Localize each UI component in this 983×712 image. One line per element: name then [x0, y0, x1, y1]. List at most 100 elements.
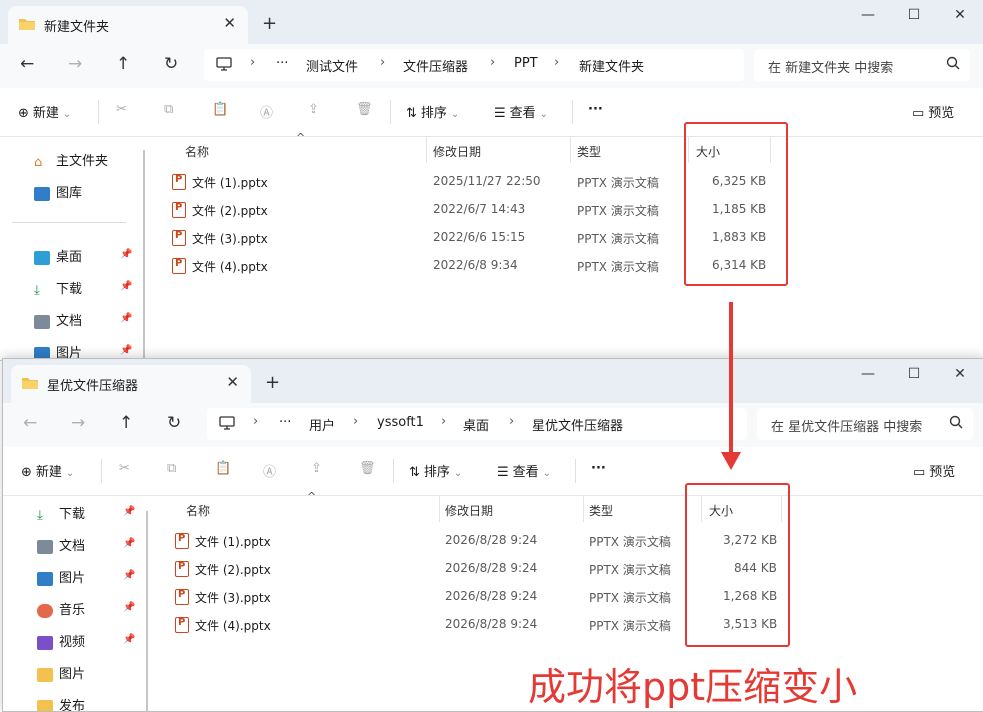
rename-icon[interactable]: Ⓐ: [260, 102, 273, 121]
refresh-icon[interactable]: ↻: [164, 54, 178, 74]
minimize-button[interactable]: —: [845, 0, 891, 32]
forward-arrow-icon[interactable]: →: [71, 413, 85, 433]
column-divider[interactable]: [570, 137, 571, 163]
sidebar-item-gallery[interactable]: 图库: [34, 182, 82, 201]
breadcrumb-item[interactable]: 测试文件: [306, 56, 358, 75]
view-button[interactable]: ☰查看⌄: [497, 461, 551, 480]
search-input[interactable]: 在 星优文件压缩器 中搜索: [757, 408, 973, 440]
tab-current-folder[interactable]: 星优文件压缩器 ✕: [11, 365, 251, 403]
sidebar-scrollbar[interactable]: [146, 511, 148, 711]
sidebar-scrollbar[interactable]: [143, 150, 145, 360]
view-button[interactable]: ☰查看⌄: [494, 102, 548, 121]
breadcrumb-item[interactable]: 文件压缩器: [403, 56, 468, 75]
sidebar-item-folder[interactable]: 发布: [37, 695, 85, 712]
column-header-name[interactable]: 名称: [185, 143, 209, 160]
more-options-button[interactable]: ···: [588, 102, 603, 117]
sidebar-item-home[interactable]: ⌂主文件夹: [34, 150, 108, 169]
sidebar-item-music[interactable]: 音乐: [37, 599, 85, 618]
pin-icon[interactable]: 📌: [123, 602, 135, 613]
new-button[interactable]: ⊕新建⌄: [21, 461, 74, 480]
column-header-type[interactable]: 类型: [589, 502, 613, 519]
sidebar-item-documents[interactable]: 文档: [34, 310, 82, 329]
share-icon[interactable]: ⇪: [311, 461, 322, 476]
pin-icon[interactable]: 📌: [120, 281, 132, 292]
sidebar-item-documents[interactable]: 文档: [37, 535, 85, 554]
address-bar[interactable]: › ··· 测试文件 › 文件压缩器 › PPT › 新建文件夹: [204, 49, 744, 81]
explorer-window-1: 新建文件夹 ✕ + — ☐ ✕ ← → ↑ ↻ › ··· 测试文件 › 文件压…: [0, 0, 983, 361]
breadcrumb-item[interactable]: 桌面: [463, 415, 489, 434]
table-row[interactable]: 文件 (1).pptx 2026/8/28 9:24 PPTX 演示文稿 3,2…: [153, 527, 983, 555]
up-arrow-icon[interactable]: ↑: [116, 54, 130, 74]
pin-icon[interactable]: 📌: [123, 538, 135, 549]
maximize-button[interactable]: ☐: [891, 359, 937, 391]
new-tab-button[interactable]: +: [265, 372, 280, 393]
rename-icon[interactable]: Ⓐ: [263, 461, 276, 480]
column-divider[interactable]: [439, 496, 440, 522]
breadcrumb-item[interactable]: 新建文件夹: [579, 56, 644, 75]
forward-arrow-icon[interactable]: →: [68, 54, 82, 74]
breadcrumb-item[interactable]: PPT: [514, 56, 538, 71]
maximize-button[interactable]: ☐: [891, 0, 937, 32]
delete-icon[interactable]: 🗑: [359, 461, 376, 476]
back-arrow-icon[interactable]: ←: [23, 413, 37, 433]
close-window-button[interactable]: ✕: [937, 359, 983, 391]
copy-icon[interactable]: ⧉: [167, 461, 176, 476]
sidebar-item-downloads[interactable]: ⤓下载: [37, 503, 85, 522]
sidebar-item-pictures[interactable]: 图片: [37, 567, 85, 586]
close-window-button[interactable]: ✕: [937, 0, 983, 32]
back-arrow-icon[interactable]: ←: [20, 54, 34, 74]
column-divider[interactable]: [426, 137, 427, 163]
refresh-icon[interactable]: ↻: [167, 413, 181, 433]
search-input[interactable]: 在 新建文件夹 中搜索: [754, 49, 970, 81]
table-row[interactable]: 文件 (1).pptx 2025/11/27 22:50 PPTX 演示文稿 6…: [150, 168, 983, 196]
address-bar[interactable]: › ··· 用户 › yssoft1 › 桌面 › 星优文件压缩器: [207, 408, 747, 440]
pin-icon[interactable]: 📌: [120, 313, 132, 324]
column-header-name[interactable]: 名称: [186, 502, 210, 519]
breadcrumb-item[interactable]: 用户: [309, 415, 335, 434]
cut-icon[interactable]: ✂: [116, 102, 127, 117]
close-tab-icon[interactable]: ✕: [226, 373, 239, 391]
paste-icon[interactable]: 📋: [215, 461, 231, 476]
pin-icon[interactable]: 📌: [123, 570, 135, 581]
more-options-button[interactable]: ···: [591, 461, 606, 476]
table-row[interactable]: 文件 (2).pptx 2022/6/7 14:43 PPTX 演示文稿 1,1…: [150, 196, 983, 224]
cut-icon[interactable]: ✂: [119, 461, 130, 476]
table-row[interactable]: 文件 (4).pptx 2026/8/28 9:24 PPTX 演示文稿 3,5…: [153, 611, 983, 639]
new-button[interactable]: ⊕新建⌄: [18, 102, 71, 121]
sort-button[interactable]: ⇅排序⌄: [409, 461, 462, 480]
column-header-modified[interactable]: 修改日期: [433, 143, 481, 160]
close-tab-icon[interactable]: ✕: [223, 14, 236, 32]
table-row[interactable]: 文件 (3).pptx 2026/8/28 9:24 PPTX 演示文稿 1,2…: [153, 583, 983, 611]
tab-current-folder[interactable]: 新建文件夹 ✕: [8, 6, 248, 44]
pin-icon[interactable]: 📌: [123, 634, 135, 645]
column-divider[interactable]: [583, 496, 584, 522]
breadcrumb-item[interactable]: yssoft1: [377, 415, 424, 430]
sort-button[interactable]: ⇅排序⌄: [406, 102, 459, 121]
up-arrow-icon[interactable]: ↑: [119, 413, 133, 433]
sidebar-item-desktop[interactable]: 桌面: [34, 246, 82, 265]
breadcrumb-overflow[interactable]: ···: [276, 56, 288, 71]
pptx-file-icon: [172, 174, 186, 190]
column-header-modified[interactable]: 修改日期: [445, 502, 493, 519]
paste-icon[interactable]: 📋: [212, 102, 228, 117]
copy-icon[interactable]: ⧉: [164, 102, 173, 117]
sidebar-item-videos[interactable]: 视频: [37, 631, 85, 650]
table-row[interactable]: 文件 (2).pptx 2026/8/28 9:24 PPTX 演示文稿 844…: [153, 555, 983, 583]
navigation-bar: ← → ↑ ↻ › ··· 用户 › yssoft1 › 桌面 › 星优文件压缩…: [3, 403, 983, 447]
table-row[interactable]: 文件 (4).pptx 2022/6/8 9:34 PPTX 演示文稿 6,31…: [150, 252, 983, 280]
pin-icon[interactable]: 📌: [120, 345, 132, 356]
share-icon[interactable]: ⇪: [308, 102, 319, 117]
sidebar-item-downloads[interactable]: ⤓下载: [34, 278, 82, 297]
table-row[interactable]: 文件 (3).pptx 2022/6/6 15:15 PPTX 演示文稿 1,8…: [150, 224, 983, 252]
new-tab-button[interactable]: +: [262, 13, 277, 34]
pin-icon[interactable]: 📌: [123, 506, 135, 517]
breadcrumb-overflow[interactable]: ···: [279, 415, 291, 430]
sidebar-item-folder[interactable]: 图片: [37, 663, 85, 682]
minimize-button[interactable]: —: [845, 359, 891, 391]
breadcrumb-item[interactable]: 星优文件压缩器: [532, 415, 623, 434]
column-header-type[interactable]: 类型: [577, 143, 601, 160]
preview-button[interactable]: ▭预览: [912, 102, 954, 121]
pin-icon[interactable]: 📌: [120, 249, 132, 260]
preview-button[interactable]: ▭预览: [913, 461, 955, 480]
delete-icon[interactable]: 🗑: [356, 102, 373, 117]
